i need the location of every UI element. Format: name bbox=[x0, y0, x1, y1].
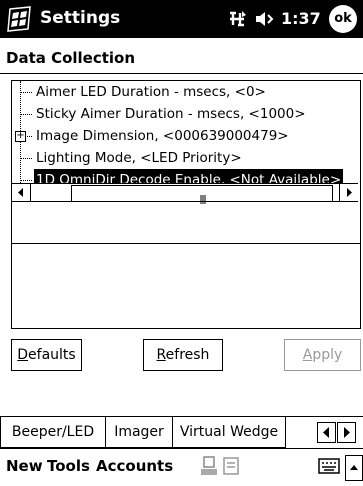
menu-new[interactable]: New bbox=[6, 457, 43, 475]
scroll-right-arrow-icon[interactable] bbox=[339, 184, 358, 201]
divider bbox=[0, 73, 363, 74]
apply-button-label: Apply bbox=[302, 347, 343, 363]
horizontal-scrollbar[interactable] bbox=[12, 183, 358, 204]
clock[interactable]: 1:37 bbox=[281, 9, 321, 28]
page-title: Data Collection bbox=[6, 49, 136, 67]
inbox-tray-icon[interactable] bbox=[199, 455, 219, 477]
keyboard-icon[interactable] bbox=[318, 458, 340, 474]
volume-icon[interactable] bbox=[254, 9, 276, 29]
tab-scroll-right-icon[interactable] bbox=[337, 422, 356, 443]
tree-item-label: Image Dimension, <000639000479> bbox=[36, 128, 289, 144]
refresh-button-label: Refresh bbox=[156, 347, 210, 363]
tab-beeper-led[interactable]: Beeper/LED bbox=[0, 417, 106, 448]
menu-tools[interactable]: Tools bbox=[47, 457, 90, 475]
tab-imager[interactable]: Imager bbox=[105, 417, 173, 448]
menu-accounts[interactable]: Accounts bbox=[96, 457, 173, 475]
tree-item-label: Lighting Mode, <LED Priority> bbox=[36, 150, 242, 166]
apply-button[interactable]: Apply bbox=[284, 339, 361, 371]
sip-arrow-up-icon[interactable] bbox=[345, 455, 363, 481]
defaults-button[interactable]: Defaults bbox=[11, 339, 82, 371]
app-title: Settings bbox=[40, 8, 121, 28]
tab-virtual-wedge[interactable]: Virtual Wedge bbox=[172, 417, 286, 448]
scroll-thumb[interactable] bbox=[71, 185, 333, 204]
refresh-button[interactable]: Refresh bbox=[143, 339, 223, 371]
tree-item-label: Aimer LED Duration - msecs, <0> bbox=[36, 84, 266, 100]
folder-icon[interactable] bbox=[221, 455, 241, 477]
grip-icon bbox=[200, 189, 206, 204]
ok-button[interactable]: ok bbox=[329, 5, 357, 33]
connectivity-icon[interactable] bbox=[226, 9, 248, 29]
menu-bar: New Tools Accounts bbox=[0, 448, 363, 486]
expand-plus-icon[interactable]: + bbox=[15, 131, 26, 142]
title-bar: Settings 1:37 ok bbox=[0, 0, 363, 38]
description-box bbox=[11, 243, 361, 329]
defaults-button-label: Defaults bbox=[17, 347, 76, 363]
tree-item-label: Sticky Aimer Duration - msecs, <1000> bbox=[36, 106, 306, 122]
scroll-left-arrow-icon[interactable] bbox=[12, 184, 31, 201]
tab-scroll-left-icon[interactable] bbox=[317, 422, 336, 443]
start-flag-icon[interactable] bbox=[4, 5, 34, 33]
scroll-track[interactable] bbox=[31, 184, 339, 204]
